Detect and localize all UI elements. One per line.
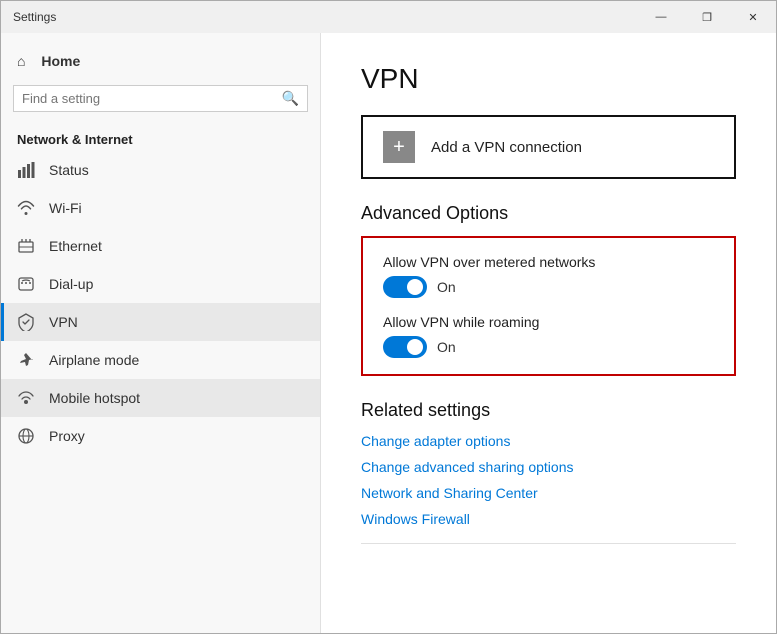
window-title: Settings — [13, 10, 56, 24]
sidebar-item-airplane[interactable]: Airplane mode — [1, 341, 320, 379]
content-area: VPN + Add a VPN connection Advanced Opti… — [321, 33, 776, 633]
toggle-roaming-knob — [407, 339, 423, 355]
sidebar-item-ethernet[interactable]: Ethernet — [1, 227, 320, 265]
wifi-icon — [17, 199, 35, 217]
ethernet-icon — [17, 237, 35, 255]
related-link-network-center[interactable]: Network and Sharing Center — [361, 485, 736, 501]
home-label: Home — [41, 53, 80, 69]
title-bar-controls: — ❐ ✕ — [638, 1, 776, 33]
sidebar-label-wifi: Wi-Fi — [49, 200, 82, 216]
sidebar-item-proxy[interactable]: Proxy — [1, 417, 320, 455]
sidebar-label-hotspot: Mobile hotspot — [49, 390, 140, 406]
main-area: ⌂ Home 🔍 Network & Internet St — [1, 33, 776, 633]
sidebar-item-vpn[interactable]: VPN — [1, 303, 320, 341]
vpn-icon — [17, 313, 35, 331]
toggle-metered-state: On — [437, 279, 456, 295]
maximize-button[interactable]: ❐ — [684, 1, 730, 33]
toggle-roaming-switch[interactable] — [383, 336, 427, 358]
advanced-options-box: Allow VPN over metered networks On Allow… — [361, 236, 736, 376]
toggle-metered-row: Allow VPN over metered networks On — [383, 254, 714, 298]
sidebar-section-label: Network & Internet — [1, 124, 320, 151]
search-input[interactable] — [22, 91, 282, 106]
toggle-metered-switch[interactable] — [383, 276, 427, 298]
toggle-roaming-state: On — [437, 339, 456, 355]
related-settings-section: Related settings Change adapter options … — [361, 400, 736, 527]
toggle-metered-wrapper: On — [383, 276, 714, 298]
toggle-roaming-label: Allow VPN while roaming — [383, 314, 714, 330]
title-bar: Settings — ❐ ✕ — [1, 1, 776, 33]
related-link-sharing[interactable]: Change advanced sharing options — [361, 459, 736, 475]
sidebar-label-airplane: Airplane mode — [49, 352, 139, 368]
bottom-divider — [361, 543, 736, 554]
search-box[interactable]: 🔍 — [13, 85, 308, 112]
toggle-roaming-wrapper: On — [383, 336, 714, 358]
advanced-options-title: Advanced Options — [361, 203, 736, 224]
add-vpn-button[interactable]: + Add a VPN connection — [361, 115, 736, 179]
add-vpn-label: Add a VPN connection — [431, 139, 582, 156]
sidebar-item-wifi[interactable]: Wi-Fi — [1, 189, 320, 227]
related-link-firewall[interactable]: Windows Firewall — [361, 511, 736, 527]
hotspot-icon — [17, 389, 35, 407]
close-button[interactable]: ✕ — [730, 1, 776, 33]
sidebar-label-vpn: VPN — [49, 314, 78, 330]
sidebar-label-status: Status — [49, 162, 89, 178]
toggle-metered-label: Allow VPN over metered networks — [383, 254, 714, 270]
sidebar-label-proxy: Proxy — [49, 428, 85, 444]
toggle-metered-knob — [407, 279, 423, 295]
minimize-button[interactable]: — — [638, 1, 684, 33]
sidebar: ⌂ Home 🔍 Network & Internet St — [1, 33, 321, 633]
home-icon: ⌂ — [17, 53, 25, 69]
sidebar-item-hotspot[interactable]: Mobile hotspot — [1, 379, 320, 417]
sidebar-item-dialup[interactable]: Dial-up — [1, 265, 320, 303]
sidebar-label-dialup: Dial-up — [49, 276, 93, 292]
proxy-icon — [17, 427, 35, 445]
status-icon — [17, 161, 35, 179]
page-title: VPN — [361, 63, 736, 95]
sidebar-item-status[interactable]: Status — [1, 151, 320, 189]
toggle-roaming-row: Allow VPN while roaming On — [383, 314, 714, 358]
sidebar-home-item[interactable]: ⌂ Home — [1, 33, 320, 77]
settings-window: Settings — ❐ ✕ ⌂ Home 🔍 Network & Intern… — [0, 0, 777, 634]
related-settings-title: Related settings — [361, 400, 736, 421]
dialup-icon — [17, 275, 35, 293]
search-icon[interactable]: 🔍 — [282, 90, 299, 107]
related-link-adapter[interactable]: Change adapter options — [361, 433, 736, 449]
plus-icon: + — [383, 131, 415, 163]
airplane-icon — [17, 351, 35, 369]
sidebar-label-ethernet: Ethernet — [49, 238, 102, 254]
